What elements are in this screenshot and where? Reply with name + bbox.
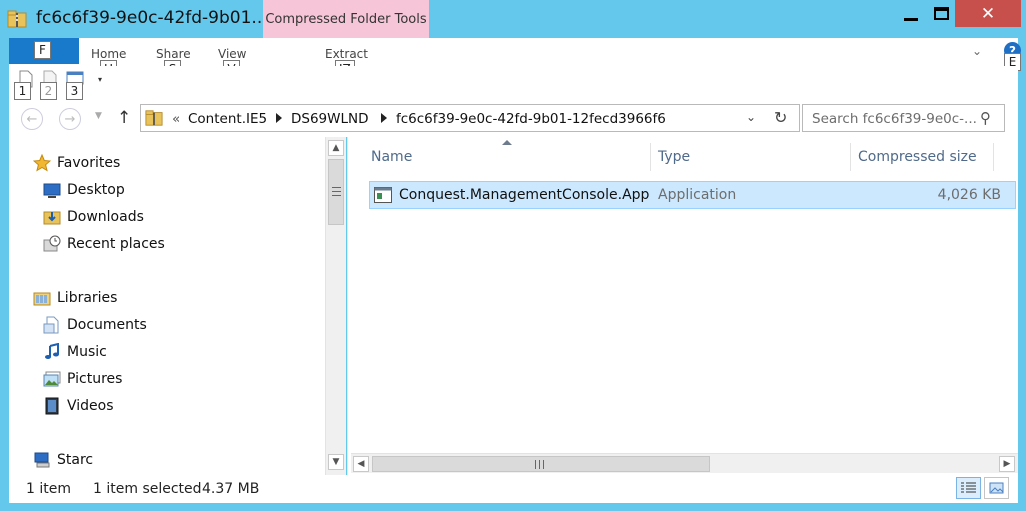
ribbon-tab-bar: F Home H Share S View V Extract JZ ⌄ ? E — [9, 38, 1021, 78]
address-toolbar: ← → ▼ ↑ « Content.IE5 DS69WLND fc6c6f39-… — [9, 101, 1018, 137]
nav-item-downloads[interactable]: Downloads — [43, 206, 144, 228]
pictures-icon — [43, 371, 61, 387]
table-row[interactable]: Conquest.ManagementConsole.App Applicati… — [369, 181, 1016, 209]
star-icon — [33, 154, 51, 172]
downloads-folder-icon — [43, 211, 61, 225]
maximize-button[interactable] — [924, 0, 959, 27]
up-button[interactable]: ↑ — [117, 108, 131, 128]
file-name: Conquest.ManagementConsole.App — [399, 187, 650, 203]
videos-icon — [45, 397, 59, 415]
keytip-qat-2: 2 — [40, 82, 57, 100]
nav-pane-scroll-thumb[interactable] — [328, 159, 344, 225]
horizontal-scroll-thumb[interactable] — [372, 456, 710, 472]
search-icon[interactable]: ⚲ — [980, 109, 991, 127]
nav-item-starc[interactable]: Starc — [33, 449, 93, 471]
status-item-count: 1 item — [26, 481, 71, 497]
scroll-down-icon[interactable]: ▼ — [328, 454, 344, 470]
zip-folder-icon — [145, 110, 163, 126]
scroll-up-icon[interactable]: ▲ — [328, 140, 344, 156]
explorer-window: fc6c6f39-9e0c-42fd-9b01... Compressed Fo… — [0, 0, 1026, 511]
nav-item-documents[interactable]: Documents — [43, 314, 147, 336]
compressed-folder-tools-tab[interactable]: Compressed Folder Tools — [263, 0, 429, 38]
column-divider[interactable] — [993, 143, 994, 171]
column-header-name[interactable]: Name — [371, 143, 412, 171]
recent-places-icon — [43, 235, 61, 252]
column-divider[interactable] — [650, 143, 651, 171]
tab-share[interactable]: Share — [156, 47, 191, 61]
details-view-icon — [961, 482, 976, 493]
network-computer-icon — [34, 452, 50, 468]
title-bar[interactable]: fc6c6f39-9e0c-42fd-9b01... Compressed Fo… — [0, 0, 1026, 38]
file-list-pane: Name Type Compressed size Conquest.Manag… — [347, 137, 1018, 475]
ribbon-expand-chevron-icon[interactable]: ⌄ — [972, 44, 982, 58]
sort-ascending-icon — [502, 140, 512, 145]
breadcrumb-current-folder[interactable]: fc6c6f39-9e0c-42fd-9b01-12fecd3966f6 — [396, 111, 666, 127]
nav-item-pictures[interactable]: Pictures — [43, 368, 122, 390]
breadcrumb-separator-icon[interactable] — [276, 113, 282, 123]
keytip-qat-1: 1 — [14, 82, 31, 100]
status-selection: 1 item selected — [93, 481, 202, 497]
keytip-qat-3: 3 — [66, 82, 83, 100]
column-header-type[interactable]: Type — [658, 143, 690, 171]
breadcrumb-separator-icon[interactable] — [381, 113, 387, 123]
scroll-right-icon[interactable]: ▶ — [999, 456, 1015, 472]
nav-pane-scrollbar[interactable]: ▲ ▼ — [325, 137, 346, 475]
nav-item-desktop[interactable]: Desktop — [43, 179, 125, 201]
back-button[interactable]: ← — [21, 108, 43, 130]
status-bar: 1 item 1 item selected 4.37 MB — [9, 475, 1018, 503]
scroll-left-icon[interactable]: ◀ — [353, 456, 369, 472]
details-view-button[interactable] — [956, 477, 981, 499]
minimize-button[interactable] — [893, 0, 928, 27]
forward-button[interactable]: → — [59, 108, 81, 130]
column-header-compressed-size[interactable]: Compressed size — [858, 143, 977, 171]
nav-item-recent-places[interactable]: Recent places — [43, 233, 165, 255]
status-selection-size: 4.37 MB — [202, 481, 260, 497]
tab-home[interactable]: Home — [91, 47, 126, 61]
grip-icon — [332, 187, 341, 196]
arrow-left-icon: ← — [26, 111, 38, 127]
refresh-icon[interactable]: ↻ — [774, 108, 787, 127]
nav-item-libraries[interactable]: Libraries — [33, 287, 117, 309]
breadcrumb-ds69wlnd[interactable]: DS69WLND — [291, 111, 369, 127]
tab-extract[interactable]: Extract — [325, 47, 368, 61]
recent-locations-chevron-icon[interactable]: ▼ — [95, 111, 102, 121]
breadcrumb-content-ie5[interactable]: Content.IE5 — [188, 111, 267, 127]
search-input[interactable]: Search fc6c6f39-9e0c-... ⚲ — [802, 104, 1005, 132]
column-divider[interactable] — [850, 143, 851, 171]
address-bar[interactable]: « Content.IE5 DS69WLND fc6c6f39-9e0c-42f… — [140, 104, 800, 132]
tab-view[interactable]: View — [218, 47, 246, 61]
file-type: Application — [658, 187, 737, 203]
nav-item-music[interactable]: Music — [43, 341, 107, 363]
application-icon — [374, 187, 392, 203]
grip-icon — [535, 460, 544, 469]
arrow-up-icon: ↑ — [117, 108, 132, 128]
maximize-icon — [934, 7, 949, 20]
large-icons-view-icon — [989, 482, 1004, 494]
file-list-horizontal-scrollbar[interactable]: ◀ ▶ — [351, 453, 1018, 473]
window-title: fc6c6f39-9e0c-42fd-9b01... — [36, 8, 268, 28]
quick-access-toolbar: ▾ 1 2 3 — [9, 66, 1018, 102]
file-compressed-size: 4,026 KB — [937, 187, 1001, 203]
breadcrumb-overflow[interactable]: « — [172, 111, 180, 127]
address-history-chevron-icon[interactable]: ⌄ — [746, 110, 756, 124]
nav-item-favorites[interactable]: Favorites — [33, 152, 120, 174]
customize-toolbar-chevron-icon[interactable]: ▾ — [98, 75, 102, 84]
large-icons-view-button[interactable] — [984, 477, 1009, 499]
close-button[interactable]: ✕ — [955, 0, 1021, 27]
music-icon — [45, 343, 59, 359]
search-placeholder: Search fc6c6f39-9e0c-... — [812, 111, 977, 127]
navigation-pane: Favorites Desktop Downloads Recent place… — [9, 137, 346, 475]
nav-item-videos[interactable]: Videos — [43, 395, 114, 417]
desktop-icon — [43, 183, 61, 198]
documents-icon — [43, 316, 59, 334]
libraries-icon — [33, 292, 51, 306]
minimize-icon — [903, 18, 918, 21]
keytip-file: F — [34, 41, 51, 59]
arrow-right-icon: → — [64, 111, 76, 127]
close-icon: ✕ — [980, 3, 996, 24]
zip-folder-icon — [7, 10, 27, 28]
